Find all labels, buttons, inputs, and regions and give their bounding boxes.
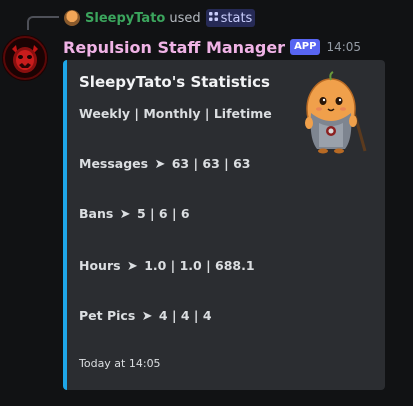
embed-title: SleepyTato's Statistics [79,73,270,91]
stat-label: Bans [79,206,114,221]
potato-character-icon[interactable] [295,69,371,155]
stat-messages: Messages ➤ 63 | 63 | 63 [79,156,250,172]
embed-footer: Today at 14:05 [79,357,161,370]
stat-pet-pics: Pet Pics ➤ 4 | 4 | 4 [79,308,212,324]
arrow-icon: ➤ [126,259,138,274]
stat-values: 63 | 63 | 63 [171,156,251,171]
potato-avatar-icon[interactable] [64,10,80,26]
slash-command-icon [208,12,218,24]
app-badge: APP [290,39,321,55]
arrow-icon: ➤ [154,157,166,172]
stat-values: 4 | 4 | 4 [158,308,212,323]
bot-message: SleepyTato used stats Repulsion Staff Ma… [0,0,413,406]
stat-values: 5 | 6 | 6 [136,206,190,221]
stats-embed: SleepyTato's Statistics Weekly | Monthly… [63,60,385,390]
stat-label: Messages [79,156,149,171]
stat-hours: Hours ➤ 1.0 | 1.0 | 688.1 [79,258,255,274]
stat-label: Hours [79,258,121,273]
reply-spine [27,16,59,30]
slash-command-chip[interactable]: stats [205,9,256,27]
reply-username[interactable]: SleepyTato [85,11,165,26]
arrow-icon: ➤ [119,207,131,222]
red-demon-avatar-icon[interactable] [2,35,48,81]
stat-bans: Bans ➤ 5 | 6 | 6 [79,206,190,222]
message-timestamp[interactable]: 14:05 [326,40,361,54]
slash-command-name: stats [220,10,253,26]
command-reference[interactable]: SleepyTato used stats [64,8,256,28]
message-header: Repulsion Staff Manager APP 14:05 [63,36,361,58]
embed-subtitle: Weekly | Monthly | Lifetime [79,106,272,121]
author-name[interactable]: Repulsion Staff Manager [63,38,285,57]
arrow-icon: ➤ [141,309,153,324]
stat-label: Pet Pics [79,308,136,323]
reply-used-text: used [169,10,201,26]
stat-values: 1.0 | 1.0 | 688.1 [144,258,255,273]
